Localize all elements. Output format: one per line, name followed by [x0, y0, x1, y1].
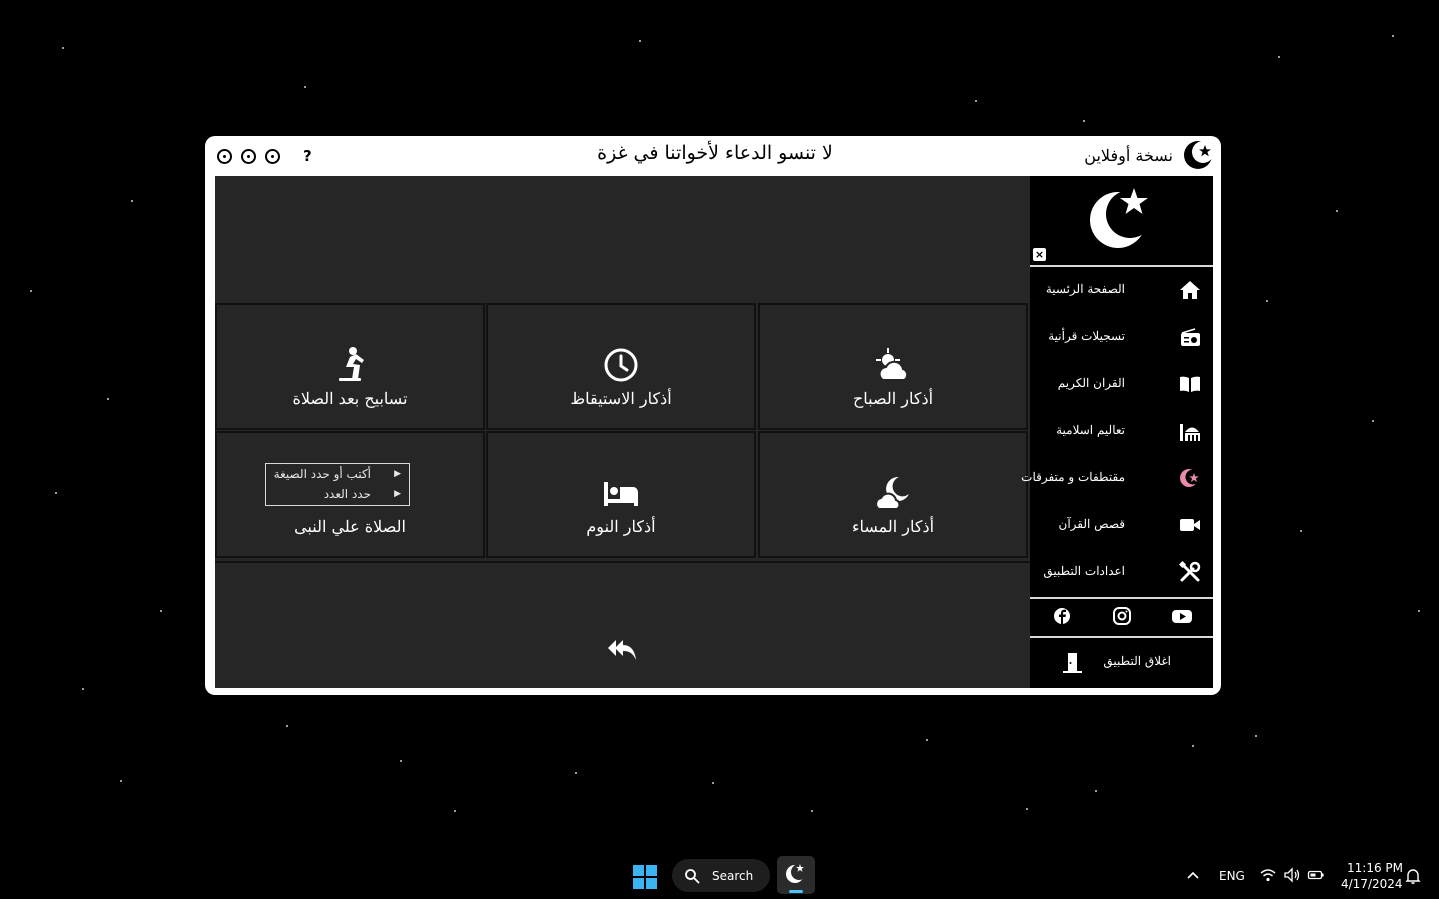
volume-icon[interactable] [1283, 866, 1301, 884]
sidebar-item-settings[interactable]: اعدادات التطبيق [1030, 549, 1213, 596]
window-controls: ? [217, 147, 312, 165]
crescent-star-icon [786, 864, 807, 883]
exit-app-button[interactable]: اغلاق التطبيق [1030, 638, 1213, 688]
radio-icon [1181, 328, 1200, 346]
sidebar-item-home[interactable]: الصفحة الرئسية [1030, 267, 1213, 314]
search-label: Search [712, 869, 754, 883]
windows-start-icon[interactable] [632, 864, 658, 890]
praying-person-icon [339, 347, 364, 381]
moon-cloud-icon [875, 476, 909, 510]
sidebar-item-quran-stories[interactable]: قصص القرآن [1030, 502, 1213, 549]
mosque-icon [1180, 424, 1200, 441]
active-indicator [789, 890, 803, 893]
wifi-icon[interactable] [1259, 866, 1277, 884]
main-panel: أذكار الصباح أذكار الاستيقاظ تسابيح بعد … [215, 176, 1030, 688]
notification-bell-icon[interactable] [1404, 867, 1422, 885]
clock-icon [604, 348, 638, 382]
tile-label: أذكار الاستيقاظ [570, 389, 672, 408]
taskbar-search[interactable]: Search [672, 859, 770, 892]
tile-prayer-tasbih[interactable]: تسابيح بعد الصلاة [215, 303, 485, 430]
youtube-icon[interactable] [1170, 604, 1194, 628]
crescent-star-icon [1184, 141, 1214, 169]
sidebar-item-recordings[interactable]: تسجيلات قرأنية [1030, 314, 1213, 361]
tile-label: الصلاة علي النبى [294, 517, 406, 536]
chevron-right-icon: ▶ [394, 469, 401, 479]
maximize-window-button[interactable] [241, 148, 256, 164]
taskbar-app-button[interactable] [777, 856, 815, 894]
crescent-star-icon [1180, 469, 1201, 487]
banner-text: لا تنسو الدعاء لأخواتنا في غزة [597, 142, 833, 164]
clock-date[interactable]: 4/17/2024 [1341, 877, 1403, 891]
title-bar: ? لا تنسو الدعاء لأخواتنا في غزة نسخة أو… [205, 136, 1221, 176]
crescent-star-logo-icon [1090, 188, 1154, 248]
sidebar: × الصفحة الرئسية تسجيلات قرأنية القران ا… [1021, 176, 1213, 688]
app-window: ? لا تنسو الدعاء لأخواتنا في غزة نسخة أو… [205, 136, 1221, 695]
video-icon [1180, 519, 1200, 531]
search-icon [685, 869, 700, 884]
tile-salawat[interactable]: أكتب أو حدد الصيغة ▶ حدد العدد ▶ الصلاة … [215, 431, 485, 558]
tile-evening-adhkar[interactable]: أذكار المساء [758, 431, 1028, 558]
sidebar-close-button[interactable]: × [1033, 248, 1046, 261]
tile-waking-adhkar[interactable]: أذكار الاستيقاظ [486, 303, 756, 430]
chevron-right-icon: ▶ [394, 489, 401, 499]
sidebar-nav: الصفحة الرئسية تسجيلات قرأنية القران الك… [1021, 267, 1213, 596]
tile-label: تسابيح بعد الصلاة [292, 389, 408, 408]
close-window-button[interactable] [217, 148, 232, 164]
salawat-context-menu: أكتب أو حدد الصيغة ▶ حدد العدد ▶ [265, 463, 410, 506]
instagram-icon[interactable] [1110, 604, 1134, 628]
help-button[interactable]: ? [303, 147, 312, 165]
clock-time[interactable]: 11:16 PM [1347, 861, 1403, 875]
sun-cloud-icon [876, 348, 909, 381]
divider [215, 561, 1030, 563]
tile-label: أذكار النوم [586, 517, 656, 536]
home-icon [1180, 281, 1200, 299]
adhkar-grid: أذكار الصباح أذكار الاستيقاظ تسابيح بعد … [215, 303, 1030, 561]
taskbar: Search ENG 11:16 PM 4/17/2024 [0, 851, 1439, 899]
battery-icon[interactable] [1307, 866, 1325, 884]
chevron-up-icon[interactable] [1184, 867, 1202, 885]
tile-label: أذكار الصباح [852, 389, 934, 408]
divider [1030, 597, 1213, 599]
menu-item-set-count[interactable]: حدد العدد ▶ [266, 484, 409, 504]
app-title: نسخة أوفلاين [1084, 146, 1173, 165]
language-indicator[interactable]: ENG [1219, 869, 1245, 883]
sidebar-item-quran[interactable]: القران الكريم [1030, 361, 1213, 408]
sidebar-item-excerpts[interactable]: مقتطفات و متفرقات [1021, 455, 1213, 502]
sidebar-item-teachings[interactable]: تعاليم اسلامية [1030, 408, 1213, 455]
tile-morning-adhkar[interactable]: أذكار الصباح [758, 303, 1028, 430]
book-icon [1180, 376, 1200, 392]
menu-item-write-formula[interactable]: أكتب أو حدد الصيغة ▶ [266, 464, 409, 484]
bed-icon [604, 482, 638, 506]
tools-icon [1179, 561, 1201, 582]
reply-all-back-icon[interactable] [607, 638, 637, 662]
facebook-icon[interactable] [1050, 604, 1074, 628]
tile-sleep-adhkar[interactable]: أذكار النوم [486, 431, 756, 558]
door-exit-icon [1063, 653, 1082, 673]
tile-label: أذكار المساء [851, 517, 935, 536]
minimize-window-button[interactable] [265, 148, 280, 164]
